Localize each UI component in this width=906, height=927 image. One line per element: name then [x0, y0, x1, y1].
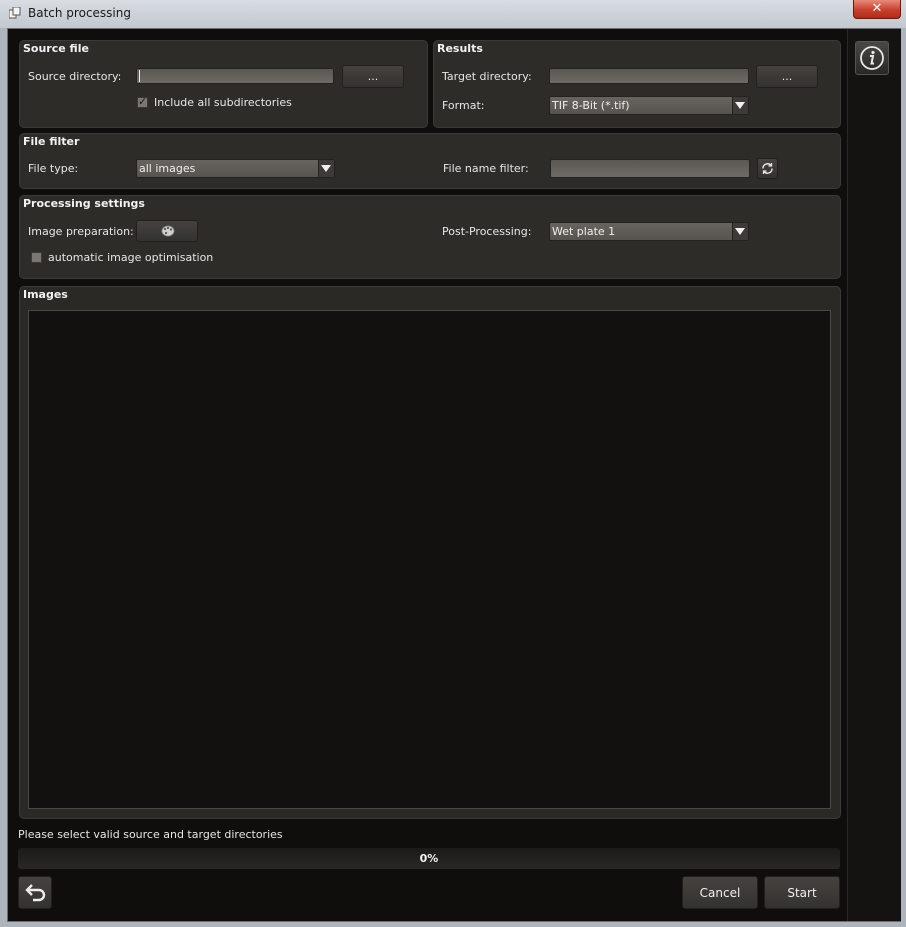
- right-sidebar: [847, 29, 901, 921]
- processing-settings-panel: Processing settings Image preparation: P…: [19, 195, 841, 279]
- info-icon: [860, 46, 884, 70]
- refresh-button[interactable]: [757, 158, 778, 179]
- progress-label: 0%: [419, 852, 439, 865]
- images-list[interactable]: [28, 310, 831, 809]
- results-panel: Results Target directory: ... Format: TI…: [433, 40, 841, 128]
- main-area: Source file Source directory: ... Includ…: [8, 29, 847, 921]
- target-directory-label: Target directory:: [442, 70, 532, 83]
- title-bar: Batch processing ✕: [0, 0, 906, 28]
- source-browse-button[interactable]: ...: [342, 65, 404, 88]
- chevron-down-icon: [318, 160, 334, 177]
- include-subdirectories-checkbox[interactable]: [137, 95, 148, 108]
- include-subdirectories-label: Include all subdirectories: [154, 96, 292, 109]
- text-cursor: [139, 70, 140, 82]
- file-name-filter-label: File name filter:: [443, 162, 529, 175]
- target-browse-button[interactable]: ...: [756, 65, 818, 88]
- file-type-select[interactable]: all images: [136, 159, 335, 178]
- file-filter-panel: File filter File type: all images File n…: [19, 133, 841, 189]
- target-directory-input[interactable]: [549, 68, 749, 84]
- processing-settings-title: Processing settings: [23, 197, 145, 210]
- auto-optimisation-label: automatic image optimisation: [48, 251, 214, 264]
- image-preparation-label: Image preparation:: [28, 225, 134, 238]
- window-title: Batch processing: [28, 6, 131, 20]
- source-directory-input[interactable]: [136, 68, 334, 84]
- image-preparation-button[interactable]: [136, 220, 198, 242]
- format-label: Format:: [442, 99, 485, 112]
- undo-button[interactable]: [18, 876, 52, 909]
- post-processing-label: Post-Processing:: [442, 225, 532, 238]
- file-name-filter-input[interactable]: [550, 159, 750, 178]
- images-title: Images: [23, 288, 68, 301]
- post-processing-select[interactable]: Wet plate 1: [549, 222, 749, 241]
- format-value: TIF 8-Bit (*.tif): [552, 99, 630, 112]
- auto-optimisation-checkbox[interactable]: [31, 252, 42, 263]
- results-title: Results: [437, 42, 483, 55]
- file-filter-title: File filter: [23, 135, 80, 148]
- status-message: Please select valid source and target di…: [18, 828, 283, 841]
- post-processing-value: Wet plate 1: [552, 225, 616, 238]
- source-file-title: Source file: [23, 42, 89, 55]
- file-type-value: all images: [139, 162, 196, 175]
- format-select[interactable]: TIF 8-Bit (*.tif): [549, 96, 749, 115]
- source-directory-label: Source directory:: [28, 70, 122, 83]
- chevron-down-icon: [732, 97, 748, 114]
- file-type-label: File type:: [28, 162, 79, 175]
- start-button[interactable]: Start: [764, 876, 840, 909]
- dialog-client: Source file Source directory: ... Includ…: [7, 28, 901, 922]
- progress-bar: 0%: [18, 848, 840, 869]
- source-file-panel: Source file Source directory: ... Includ…: [19, 40, 428, 128]
- close-button[interactable]: ✕: [853, 0, 901, 19]
- palette-icon: [161, 225, 175, 237]
- undo-icon: [25, 884, 46, 902]
- cancel-button[interactable]: Cancel: [682, 876, 758, 909]
- batch-app-icon: [9, 7, 21, 19]
- info-button[interactable]: [855, 41, 889, 75]
- refresh-icon: [762, 163, 773, 174]
- chevron-down-icon: [732, 223, 748, 240]
